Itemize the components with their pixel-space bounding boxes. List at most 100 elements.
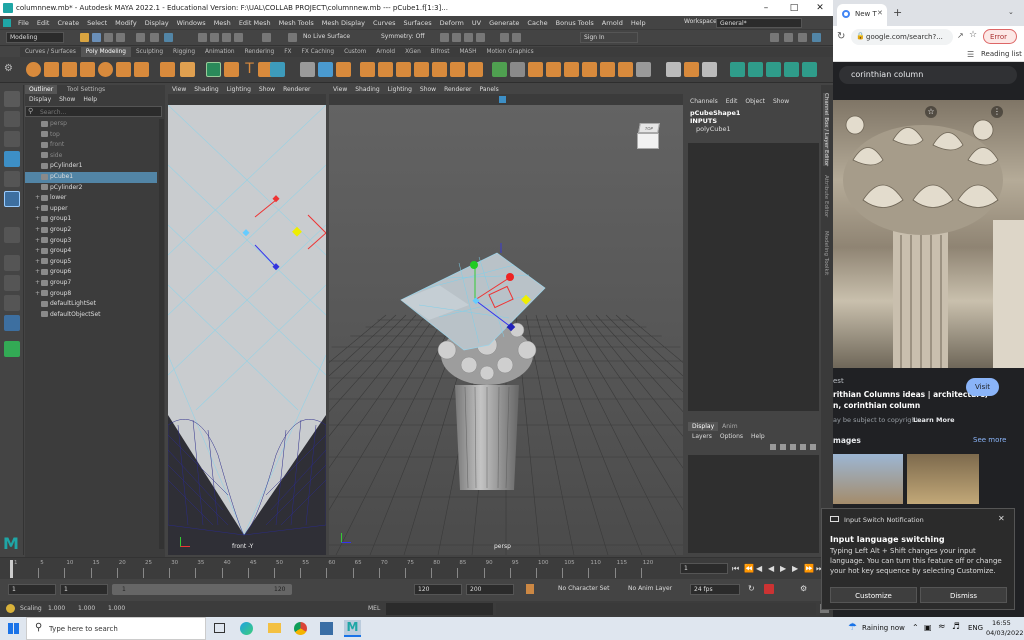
shape-name[interactable]: pCubeShape1 <box>690 109 740 117</box>
image-share-icon[interactable]: ☆ <box>925 106 937 118</box>
range-bar[interactable]: 1 120 <box>112 584 292 595</box>
torus-icon[interactable] <box>98 62 113 77</box>
new-layer-selected-icon[interactable] <box>780 444 786 450</box>
error-button[interactable]: Error <box>983 29 1017 44</box>
mode-select[interactable]: Modeling <box>6 32 64 43</box>
outliner-item[interactable]: pCylinder1 <box>25 161 157 172</box>
tab-outliner[interactable]: Outliner <box>25 85 58 94</box>
menu-edit[interactable]: Edit <box>33 16 54 30</box>
select-component-icon[interactable] <box>164 33 173 42</box>
shelf-tab-rigging[interactable]: Rigging <box>168 47 200 57</box>
shelf-tab-fx[interactable]: FX <box>279 47 296 57</box>
outliner-item[interactable]: persp <box>25 119 157 130</box>
make-live-icon[interactable] <box>288 33 297 42</box>
symmetry-select[interactable]: Symmetry: Off <box>378 32 432 43</box>
channel-box-icon[interactable] <box>812 33 821 42</box>
layer-menu-layers[interactable]: Layers <box>688 432 716 441</box>
shelf-tab-animation[interactable]: Animation <box>200 47 240 57</box>
menu-mesh-tools[interactable]: Mesh Tools <box>275 16 318 30</box>
no-character-set-icon[interactable] <box>526 584 534 594</box>
menu-surfaces[interactable]: Surfaces <box>400 16 436 30</box>
layer-up-icon[interactable] <box>790 444 796 450</box>
select-object-icon[interactable] <box>150 33 159 42</box>
quad-draw-icon[interactable] <box>618 62 633 77</box>
clock-time[interactable]: 16:55 <box>992 619 1011 627</box>
shelf-tab-xgen[interactable]: XGen <box>400 47 426 57</box>
outliner-item[interactable]: + group4 <box>25 246 157 257</box>
live-surface-field[interactable]: No Live Surface <box>300 32 364 43</box>
shelf-tab-rendering[interactable]: Rendering <box>240 47 280 57</box>
arnold-render-icon[interactable] <box>500 33 509 42</box>
layout-single-icon[interactable] <box>4 255 20 271</box>
character-set-select[interactable]: No Character Set <box>555 584 615 595</box>
snap-surface-icon[interactable] <box>234 33 243 42</box>
outliner-item[interactable]: + group6 <box>25 267 157 278</box>
offset-loop-icon[interactable] <box>600 62 615 77</box>
layout-outliner-icon[interactable] <box>4 315 20 331</box>
address-bar[interactable]: 🔒 google.com/search?... <box>851 29 953 45</box>
rotate-tool-icon[interactable] <box>4 171 20 187</box>
render-icon[interactable] <box>440 33 449 42</box>
dismiss-button[interactable]: Dismiss <box>920 587 1007 603</box>
outliner-item[interactable]: side <box>25 151 157 162</box>
new-tab-icon[interactable]: + <box>893 6 902 19</box>
time-slider[interactable]: 1 5 10 15 20 25 30 35 40 45 50 55 60 65 70 75 80 85 90 95 10… <box>0 557 833 579</box>
inner-start-field[interactable]: 1 <box>60 584 108 595</box>
polygon-tool-icon[interactable] <box>224 62 239 77</box>
type-tool-icon[interactable]: T <box>242 62 257 77</box>
browser-menu-chevron-icon[interactable]: ⌄ <box>1008 8 1014 16</box>
boolean-intersect-icon[interactable] <box>396 62 411 77</box>
sculpt-icon[interactable] <box>666 62 681 77</box>
channel-menu-edit[interactable]: Edit <box>722 97 742 106</box>
super-shape-icon[interactable] <box>180 62 195 77</box>
animation-prefs-icon[interactable]: ⚙ <box>800 584 810 594</box>
menu-bonus-tools[interactable]: Bonus Tools <box>552 16 598 30</box>
menu-uv[interactable]: UV <box>468 16 485 30</box>
weather-text[interactable]: Raining now <box>862 624 905 632</box>
tab-close-icon[interactable]: ✕ <box>877 9 883 17</box>
plane-icon[interactable] <box>116 62 131 77</box>
layer-down-icon[interactable] <box>800 444 806 450</box>
menu-cache[interactable]: Cache <box>523 16 551 30</box>
side-tab-attribute-editor[interactable]: Attribute Editor <box>823 175 829 217</box>
outliner-menu-help[interactable]: Help <box>79 95 101 104</box>
uv-cylindrical-icon[interactable] <box>748 62 763 77</box>
outliner-item[interactable]: + group2 <box>25 225 157 236</box>
bookmark-star-icon[interactable]: ☆ <box>969 30 977 40</box>
layout-four-icon[interactable] <box>4 275 20 291</box>
persp-menu-show[interactable]: Show <box>416 85 440 94</box>
workspace-select[interactable]: General* <box>716 18 802 28</box>
smooth-icon[interactable] <box>336 62 351 77</box>
snap-curve-icon[interactable] <box>210 33 219 42</box>
image-thumb-1[interactable] <box>833 454 903 504</box>
channel-menu-channels[interactable]: Channels <box>686 97 722 106</box>
outliner-item[interactable]: + group7 <box>25 278 157 289</box>
menu-deform[interactable]: Deform <box>436 16 468 30</box>
layer-menu-options[interactable]: Options <box>716 432 747 441</box>
lattice-icon[interactable] <box>684 62 699 77</box>
minimize-button[interactable]: – <box>752 0 780 16</box>
outliner-menu-display[interactable]: Display <box>25 95 55 104</box>
tab-tool-settings[interactable]: Tool Settings <box>63 85 109 94</box>
inner-end-field[interactable]: 120 <box>414 584 462 595</box>
sign-in-button[interactable]: Sign In <box>580 32 638 43</box>
menu-arnold[interactable]: Arnold <box>598 16 627 30</box>
disc-icon[interactable] <box>134 62 149 77</box>
customize-button[interactable]: Customize <box>830 587 917 603</box>
current-frame-field[interactable]: 1 <box>680 563 728 574</box>
outliner-item[interactable]: + lower <box>25 193 157 204</box>
uv-planar-icon[interactable] <box>730 62 745 77</box>
undo-icon[interactable] <box>104 33 113 42</box>
current-time-marker[interactable] <box>10 560 13 578</box>
clock-date[interactable]: 04/03/2022 <box>986 629 1023 637</box>
bevel-icon[interactable] <box>468 62 483 77</box>
start-frame-field[interactable]: 1 <box>8 584 56 595</box>
outliner-item[interactable]: front <box>25 140 157 151</box>
side-tab-channel-box[interactable]: Channel Box / Layer Editor <box>823 93 829 167</box>
end-frame-field[interactable]: 200 <box>466 584 514 595</box>
attribute-editor-icon[interactable] <box>784 33 793 42</box>
reading-list-link[interactable]: Reading list <box>981 50 1022 58</box>
help-icon[interactable] <box>6 604 15 613</box>
fill-hole-icon[interactable] <box>564 62 579 77</box>
cone-icon[interactable] <box>80 62 95 77</box>
